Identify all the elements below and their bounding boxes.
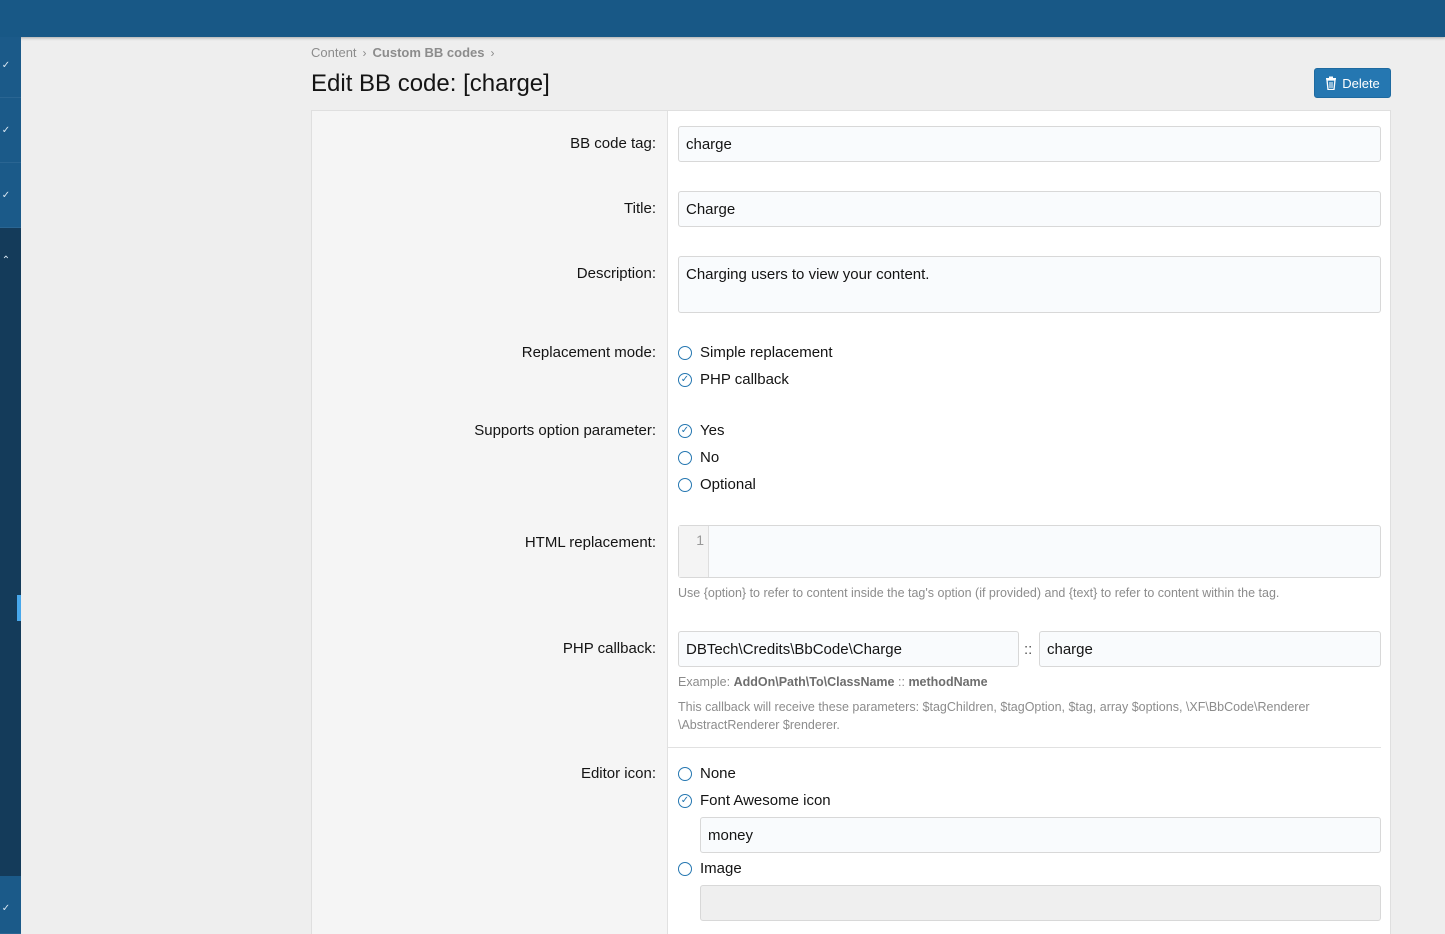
check-icon: ✓ xyxy=(678,423,692,438)
page-title: Edit BB code: [charge] xyxy=(311,70,550,97)
radio-php-callback[interactable]: ✓ PHP callback xyxy=(678,371,789,388)
html-replacement-label: HTML replacement: xyxy=(524,534,656,551)
radio-unchecked-icon xyxy=(678,766,692,781)
php-callback-label: PHP callback: xyxy=(562,640,656,657)
sidebar-section-3[interactable]: ✓ xyxy=(0,163,21,228)
example-class: AddOn\Path\To\ClassName xyxy=(733,675,895,689)
example-method: methodName xyxy=(908,675,988,689)
radio-option-no[interactable]: No xyxy=(678,449,719,466)
tag-label: BB code tag: xyxy=(570,135,656,152)
sidebar-section-1[interactable]: ✓ xyxy=(0,37,21,98)
image-url-input[interactable] xyxy=(700,885,1381,921)
fa-icon-value: money xyxy=(708,826,754,844)
description-textarea[interactable]: Charging users to view your content. xyxy=(678,256,1381,313)
php-callback-params-hint: This callback will receive these paramet… xyxy=(678,700,1310,732)
sidebar-expanded-section[interactable]: ⌃ xyxy=(0,228,21,876)
radio-unchecked-icon xyxy=(678,450,692,465)
delete-button-label: Delete xyxy=(1342,75,1380,91)
replacement-mode-label: Replacement mode: xyxy=(521,344,656,361)
html-replacement-hint: Use {option} to refer to content inside … xyxy=(678,586,1280,600)
check-icon: ✓ xyxy=(678,793,692,808)
tag-input-value: charge xyxy=(686,135,732,153)
radio-icon-font-awesome[interactable]: ✓ Font Awesome icon xyxy=(678,792,831,809)
php-method-value: charge xyxy=(1047,640,1093,658)
title-input[interactable]: Charge xyxy=(678,191,1381,227)
sidebar: ✓ ✓ ✓ ⌃ ✓ xyxy=(0,37,21,934)
chevron-down-icon: ✓ xyxy=(1,902,11,914)
radio-icon-none[interactable]: None xyxy=(678,765,736,782)
tag-input[interactable]: charge xyxy=(678,126,1381,162)
example-separator: :: xyxy=(898,675,905,689)
radio-label: Simple replacement xyxy=(700,344,833,361)
description-label: Description: xyxy=(576,265,656,282)
html-replacement-editor[interactable]: 1 xyxy=(678,525,1381,578)
sidebar-section-2[interactable]: ✓ xyxy=(0,98,21,163)
radio-option-optional[interactable]: Optional xyxy=(678,476,756,493)
chevron-right-icon: › xyxy=(362,45,367,60)
radio-simple-replacement[interactable]: Simple replacement xyxy=(678,344,833,361)
form-label-column xyxy=(312,111,668,934)
radio-unchecked-icon xyxy=(678,345,692,360)
sidebar-active-indicator xyxy=(17,595,21,621)
delete-button[interactable]: Delete xyxy=(1314,68,1391,98)
chevron-right-icon: › xyxy=(490,45,495,60)
radio-label: Font Awesome icon xyxy=(700,792,831,809)
line-number-gutter: 1 xyxy=(679,526,709,577)
description-value: Charging users to view your content. xyxy=(686,266,930,283)
chevron-down-icon: ✓ xyxy=(1,59,11,71)
radio-unchecked-icon xyxy=(678,861,692,876)
radio-option-yes[interactable]: ✓ Yes xyxy=(678,422,724,439)
sidebar-section-5[interactable]: ✓ xyxy=(0,876,21,934)
radio-icon-image[interactable]: Image xyxy=(678,860,742,877)
chevron-down-icon: ✓ xyxy=(1,189,11,201)
title-label: Title: xyxy=(624,200,656,217)
check-icon: ✓ xyxy=(678,372,692,387)
chevron-down-icon: ✓ xyxy=(1,124,11,136)
radio-label: No xyxy=(700,449,720,466)
trash-icon xyxy=(1326,76,1337,90)
php-callback-class-input[interactable]: DBTech\Credits\BbCode\Charge xyxy=(678,631,1019,667)
title-input-value: Charge xyxy=(686,200,736,218)
option-parameter-label: Supports option parameter: xyxy=(474,422,656,439)
chevron-up-icon: ⌃ xyxy=(1,254,11,266)
top-bar xyxy=(0,0,1445,37)
breadcrumb-item-custom-bb-codes[interactable]: Custom BB codes xyxy=(373,45,485,60)
edit-bb-code-form: BB code tag: charge Title: Charge Descri… xyxy=(311,110,1391,934)
php-callback-method-input[interactable]: charge xyxy=(1039,631,1381,667)
editor-icon-label: Editor icon: xyxy=(580,765,656,782)
radio-label: Yes xyxy=(700,422,725,439)
radio-unchecked-icon xyxy=(678,477,692,492)
example-prefix: Example: xyxy=(678,675,731,689)
radio-label: PHP callback xyxy=(700,371,789,388)
font-awesome-icon-input[interactable]: money xyxy=(700,817,1381,853)
radio-label: None xyxy=(700,765,736,782)
php-callback-example: Example: AddOn\Path\To\ClassName :: meth… xyxy=(678,673,1381,691)
php-class-value: DBTech\Credits\BbCode\Charge xyxy=(686,640,902,658)
radio-label: Image xyxy=(700,860,742,877)
section-divider xyxy=(668,747,1381,748)
breadcrumb-item-content[interactable]: Content xyxy=(311,45,357,60)
breadcrumb: Content › Custom BB codes › xyxy=(311,45,495,60)
radio-label: Optional xyxy=(700,476,756,493)
callback-separator: :: xyxy=(1024,641,1033,658)
